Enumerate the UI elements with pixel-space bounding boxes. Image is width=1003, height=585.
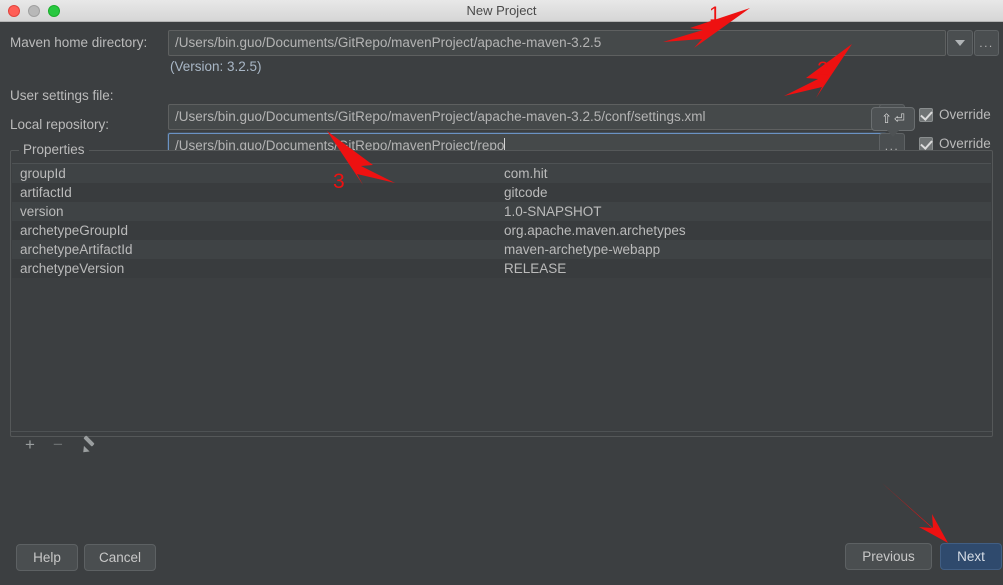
help-button[interactable]: Help <box>16 544 78 571</box>
pencil-icon[interactable] <box>81 437 96 452</box>
previous-button[interactable]: Previous <box>845 543 932 570</box>
checkbox-checked-icon[interactable] <box>919 136 933 151</box>
property-value: org.apache.maven.archetypes <box>504 223 686 238</box>
property-key: archetypeVersion <box>20 261 125 276</box>
table-row[interactable]: archetypeGroupId org.apache.maven.archet… <box>12 221 991 240</box>
table-row[interactable]: groupId com.hit <box>12 164 991 183</box>
dialog-body: Maven home directory: /Users/bin.guo/Doc… <box>0 22 1003 585</box>
annotation-label-1: 1 <box>709 3 721 26</box>
remove-property-button[interactable]: − <box>53 436 63 453</box>
property-key: archetypeArtifactId <box>20 242 133 257</box>
local-repository-label: Local repository: <box>10 117 110 132</box>
property-value: maven-archetype-webapp <box>504 242 661 257</box>
property-value: com.hit <box>504 166 548 181</box>
add-property-button[interactable]: + <box>25 436 35 453</box>
user-settings-label: User settings file: <box>10 88 114 103</box>
maven-version-note: (Version: 3.2.5) <box>170 59 262 74</box>
properties-toolbar: + − <box>11 431 992 457</box>
minimize-button[interactable] <box>28 5 40 17</box>
properties-legend: Properties <box>19 142 89 157</box>
new-project-dialog: New Project Maven home directory: /Users… <box>0 0 1003 585</box>
property-key: groupId <box>20 166 66 181</box>
next-button[interactable]: Next <box>940 543 1002 570</box>
property-key: artifactId <box>20 185 72 200</box>
tooltip-pointer <box>886 129 900 137</box>
local-repository-override[interactable]: Override <box>919 136 991 151</box>
maven-home-dropdown-button[interactable] <box>947 30 973 56</box>
user-settings-input[interactable]: /Users/bin.guo/Documents/GitRepo/mavenPr… <box>168 104 886 130</box>
user-settings-override[interactable]: Override <box>919 107 991 122</box>
window-controls <box>8 5 60 17</box>
annotation-label-2: 2 <box>817 58 829 81</box>
property-value: gitcode <box>504 185 548 200</box>
shift-key-icon: ⇧ <box>881 111 892 126</box>
table-row[interactable]: archetypeArtifactId maven-archetype-weba… <box>12 240 991 259</box>
override-label: Override <box>939 136 991 151</box>
property-key: archetypeGroupId <box>20 223 129 238</box>
table-row[interactable]: archetypeVersion RELEASE <box>12 259 991 278</box>
annotation-label-3: 3 <box>333 170 345 193</box>
table-row[interactable]: version 1.0-SNAPSHOT <box>12 202 991 221</box>
maximize-button[interactable] <box>48 5 60 17</box>
window-title: New Project <box>466 3 537 18</box>
override-label: Override <box>939 107 991 122</box>
maven-home-label: Maven home directory: <box>10 35 148 50</box>
close-button[interactable] <box>8 5 20 17</box>
enter-key-icon: ⏎ <box>894 111 905 126</box>
properties-table: groupId com.hit artifactId gitcode versi… <box>12 163 991 278</box>
property-key: version <box>20 204 64 219</box>
chevron-down-icon <box>955 40 965 47</box>
title-bar: New Project <box>0 0 1003 22</box>
shortcut-tooltip: ⇧ ⏎ <box>871 107 915 131</box>
maven-home-input[interactable]: /Users/bin.guo/Documents/GitRepo/mavenPr… <box>168 30 946 56</box>
property-value: 1.0-SNAPSHOT <box>504 204 602 219</box>
maven-home-browse-button[interactable]: ... <box>974 30 999 56</box>
cancel-button[interactable]: Cancel <box>84 544 156 571</box>
checkbox-checked-icon[interactable] <box>919 107 933 122</box>
ellipsis-icon: ... <box>979 36 994 50</box>
property-value: RELEASE <box>504 261 567 276</box>
table-row[interactable]: artifactId gitcode <box>12 183 991 202</box>
